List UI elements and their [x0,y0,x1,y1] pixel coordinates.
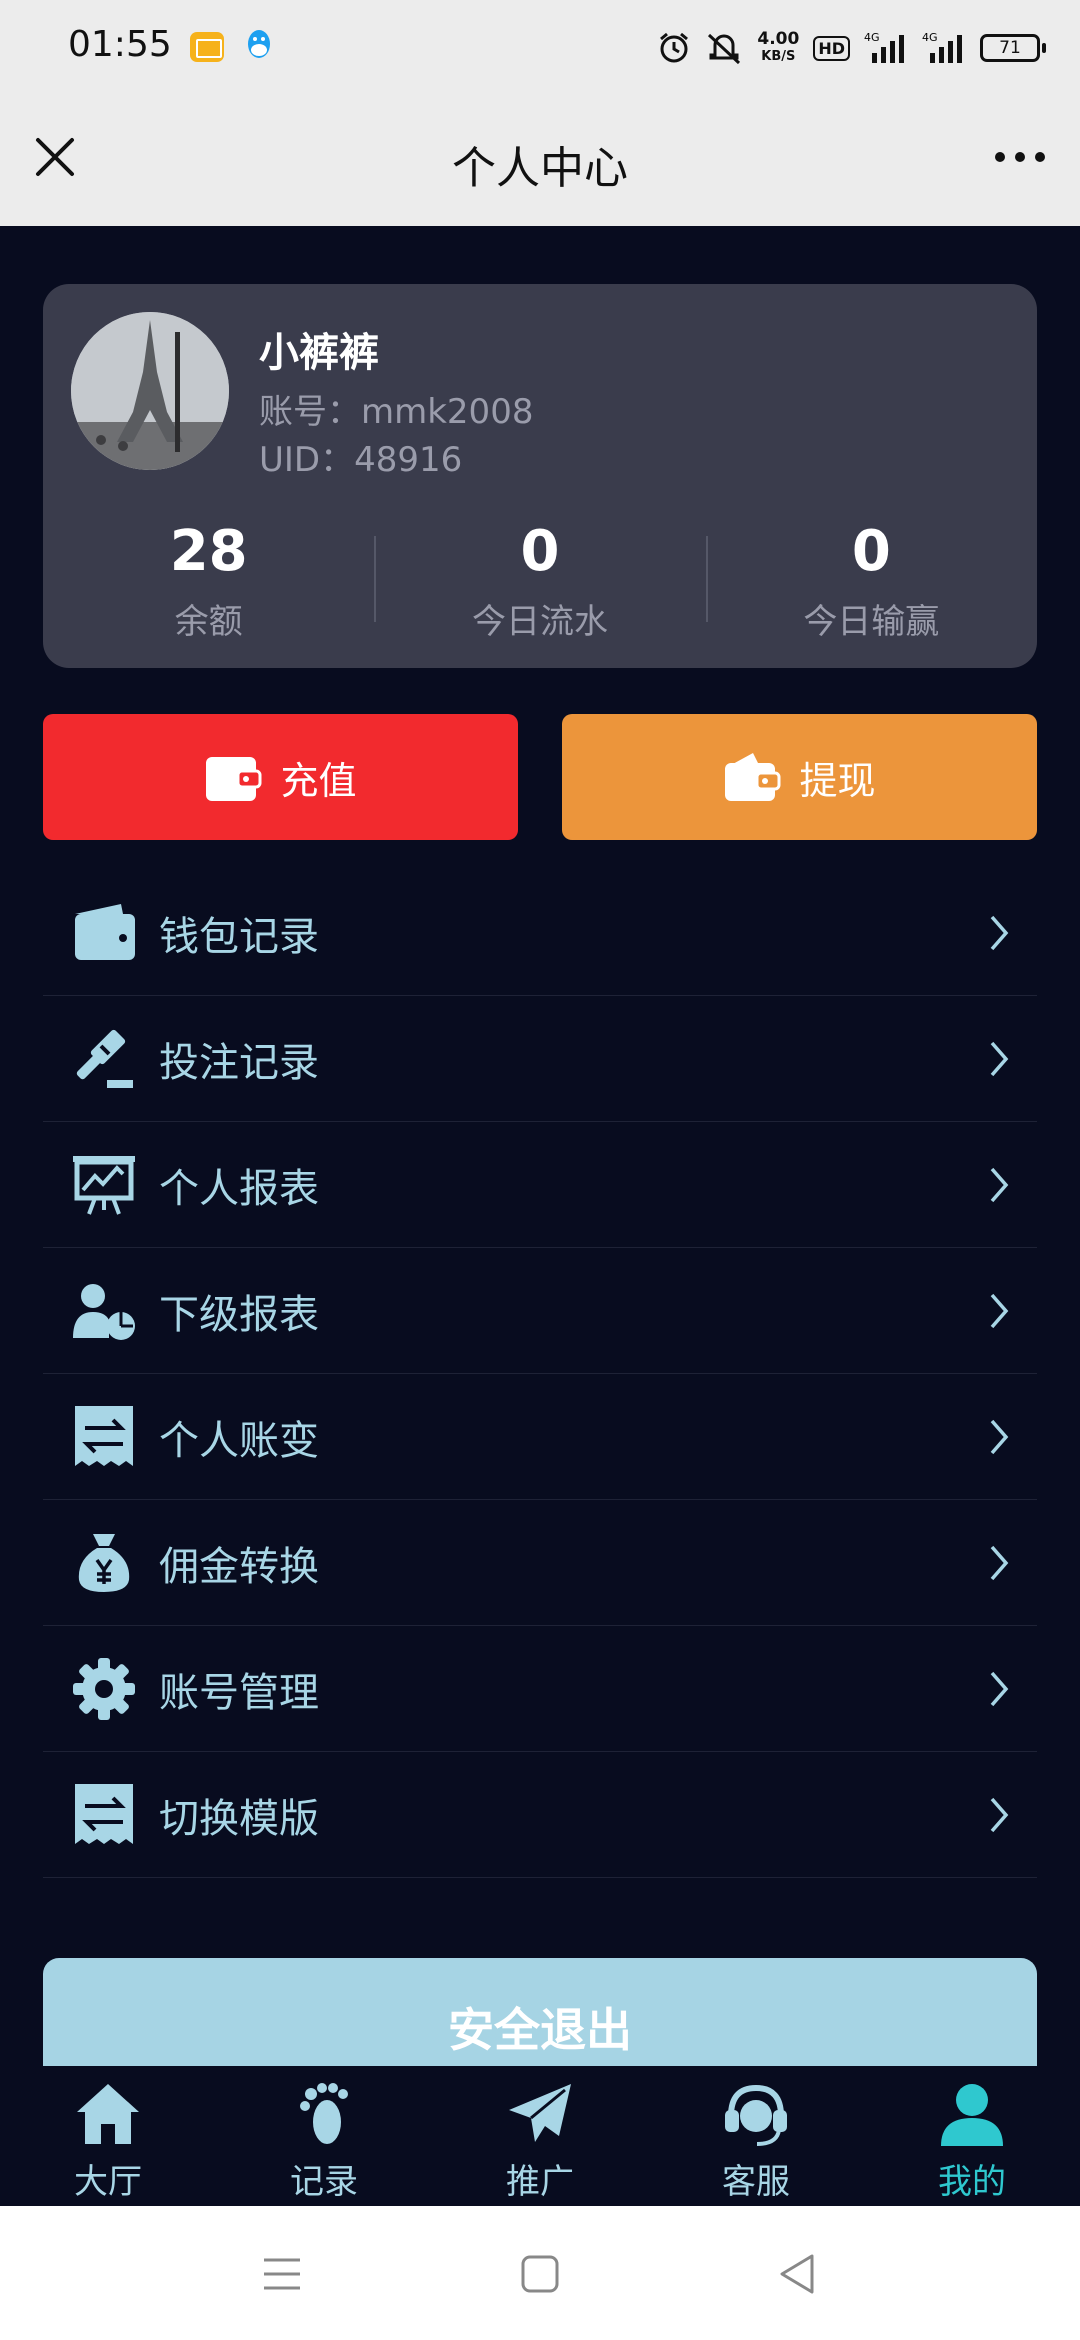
mail-app-icon [190,32,224,62]
status-bar: 01:55 4.00 KB/S HD 4G 4G 71 [0,0,1080,96]
chevron-right-icon [990,1419,1009,1455]
chevron-right-icon [990,1293,1009,1329]
network-speed: 4.00 KB/S [757,29,800,65]
stat-label: 余额 [174,602,243,642]
main-content: 小裤裤 账号：mmk2008 UID：48916 28 余额 0 今日流水 0 … [0,226,1080,2108]
title-bar: 个人中心 [0,96,1080,226]
user-account: 账号：mmk2008 [259,392,534,432]
chevron-right-icon [990,1167,1009,1203]
menu-item-label: 账号管理 [159,1669,319,1716]
menu-item-personal-report[interactable]: 个人报表 [43,1122,1037,1248]
bottom-tab-bar: 大厅 记录 推广 客服 我的 [0,2066,1080,2206]
tab-label: 记录 [290,2162,358,2202]
wallet-icon [75,903,135,960]
headset-icon [725,2084,787,2146]
chevron-right-icon [990,1545,1009,1581]
qq-icon [248,30,270,58]
tab-lobby[interactable]: 大厅 [0,2066,216,2206]
tab-promote[interactable]: 推广 [432,2066,648,2206]
receipt-swap-icon [75,1783,133,1844]
receipt-swap-icon [75,1405,133,1466]
signal-icon: 4G [864,31,904,63]
chevron-right-icon [990,1797,1009,1833]
menu-item-label: 投注记录 [159,1039,319,1086]
svg-text:4G: 4G [922,31,938,44]
stat-value: 28 [169,519,248,584]
user-name: 小裤裤 [259,330,379,376]
menu-item-label: 佣金转换 [159,1543,319,1590]
mute-icon [708,33,741,65]
tab-mine[interactable]: 我的 [864,2066,1080,2206]
user-pie-icon [73,1283,135,1340]
stat-balance: 28 余额 [43,519,374,643]
wallet-icon [206,757,262,801]
stats-row: 28 余额 0 今日流水 0 今日输赢 [43,519,1037,643]
menu-icon[interactable] [260,2252,304,2296]
menu-item-label: 切换模版 [159,1795,319,1842]
withdraw-label: 提现 [799,758,876,803]
menu-item-switch-template[interactable]: 切换模版 [43,1752,1037,1878]
footprint-icon [300,2083,348,2144]
wallet-icon [725,753,781,801]
more-icon[interactable] [990,132,1050,182]
svg-text:4G: 4G [864,31,880,44]
chart-board-icon [73,1155,135,1215]
tab-support[interactable]: 客服 [648,2066,864,2206]
stat-value: 0 [851,519,891,584]
battery-icon: 71 [980,34,1046,62]
chevron-right-icon [990,915,1009,951]
menu-item-label: 钱包记录 [159,913,319,960]
home-button-icon[interactable] [518,2252,562,2296]
withdraw-button[interactable]: 提现 [562,714,1037,840]
user-uid: UID：48916 [259,440,463,480]
chevron-right-icon [990,1041,1009,1077]
avatar[interactable] [71,312,229,470]
chevron-right-icon [990,1671,1009,1707]
page-title: 个人中心 [452,143,628,194]
recharge-label: 充值 [280,758,357,803]
avatar-image [71,312,229,470]
stat-label: 今日输赢 [803,602,940,642]
menu-list: 钱包记录 投注记录 个人报表 下级报表 个人账变 佣金转换 账号管理 切换模版 [43,870,1037,1878]
gavel-icon [76,1029,133,1088]
status-time: 01:55 [68,24,172,65]
home-icon [77,2084,139,2144]
signal-icon: 4G [922,31,962,63]
recharge-button[interactable]: 充值 [43,714,518,840]
menu-item-wallet-records[interactable]: 钱包记录 [43,870,1037,996]
system-nav-bar [0,2206,1080,2340]
menu-item-account-management[interactable]: 账号管理 [43,1626,1037,1752]
back-icon[interactable] [776,2252,820,2296]
hd-badge: HD [813,35,850,61]
menu-item-bet-records[interactable]: 投注记录 [43,996,1037,1122]
menu-item-label: 下级报表 [159,1291,319,1338]
tab-label: 我的 [938,2162,1006,2202]
menu-item-label: 个人报表 [159,1165,319,1212]
paper-plane-icon [509,2084,571,2142]
stat-value: 0 [520,519,560,584]
menu-item-commission-convert[interactable]: 佣金转换 [43,1500,1037,1626]
gear-icon [73,1657,135,1720]
tab-label: 大厅 [74,2162,142,2202]
stat-label: 今日流水 [471,602,608,642]
profile-card: 小裤裤 账号：mmk2008 UID：48916 28 余额 0 今日流水 0 … [43,284,1037,668]
menu-item-subordinate-report[interactable]: 下级报表 [43,1248,1037,1374]
stat-winloss: 0 今日输赢 [705,519,1037,642]
tab-records[interactable]: 记录 [216,2066,432,2206]
money-bag-icon [78,1533,130,1592]
tab-label: 推广 [506,2162,574,2202]
tab-label: 客服 [722,2162,790,2202]
stat-turnover: 0 今日流水 [374,519,705,642]
menu-item-account-changes[interactable]: 个人账变 [43,1374,1037,1500]
user-icon [941,2084,1003,2146]
menu-item-label: 个人账变 [159,1417,319,1464]
alarm-icon [660,32,689,63]
